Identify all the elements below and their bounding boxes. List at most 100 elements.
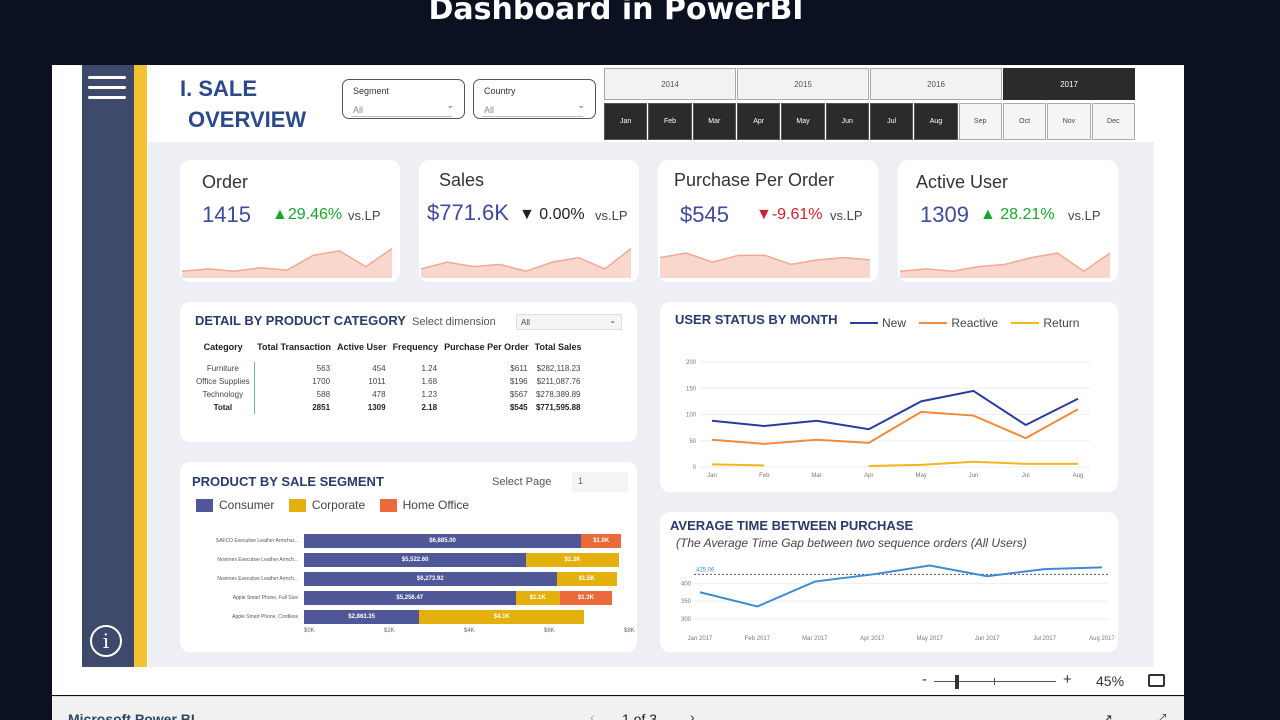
kpi-value: 1415 [202, 202, 251, 227]
bar-segment[interactable]: $1.5K [556, 572, 617, 586]
table-header[interactable]: Frequency [390, 340, 442, 362]
fit-to-screen-icon[interactable] [1148, 674, 1165, 687]
table-header[interactable]: Total Transaction [254, 340, 334, 362]
kpi-delta: ▲ 28.21% [980, 206, 1055, 223]
month-button[interactable]: Jun [825, 103, 869, 140]
table-cell: $282,118.23 [536, 364, 581, 373]
select-page-label: Select Page [492, 476, 552, 488]
month-button[interactable]: Mar [692, 103, 736, 140]
table-header[interactable]: Category [192, 340, 254, 362]
table-row[interactable]: Furniture 563 454 1.24 $611 $282,118.23 [192, 362, 584, 375]
hamburger-menu-icon[interactable] [88, 71, 126, 103]
x-tick-label: Aug [1073, 473, 1084, 479]
bar-segment[interactable]: $6,273.92 [304, 572, 557, 586]
legend-item-home-office[interactable]: Home Office [379, 498, 470, 512]
segment-x-axis: $0K $2K $4K $6K $8K [304, 628, 635, 638]
month-button[interactable]: Oct [1002, 103, 1047, 140]
bar-segment[interactable]: $4.1K [419, 610, 585, 624]
kpi-vs-label: vs.LP [830, 208, 863, 223]
table-row[interactable]: Technology 588 478 1.23 $567 $278,389.89 [192, 388, 584, 401]
y-tick-label: 200 [686, 360, 697, 366]
kpi-card-purchase-per-order[interactable]: Purchase Per Order $545 ▼-9.61% vs.LP [658, 160, 878, 282]
table-cell: $278,389.89 [535, 390, 581, 399]
segment-slicer-label: Segment [353, 86, 390, 96]
month-button[interactable]: May [781, 103, 825, 140]
zoom-out-button[interactable]: - [922, 671, 927, 688]
bar-segment[interactable]: $6,885.00 [304, 534, 582, 548]
year-button-selected[interactable]: 2017 [1003, 68, 1135, 100]
month-button[interactable]: Jul [869, 103, 914, 140]
bar-category-label: Apple Smart Phone, Cordless [232, 614, 298, 620]
month-button[interactable]: Apr [736, 103, 781, 140]
bar-segment[interactable]: $1.3K [559, 591, 613, 605]
year-slicer: 2014 2015 2016 2017 [604, 68, 1136, 100]
table-cell: Furniture [192, 362, 255, 375]
legend-label: Home Office [402, 498, 470, 512]
expand-icon[interactable]: ⤢ [1156, 711, 1166, 720]
powerbi-link[interactable]: Microsoft Power BI [68, 711, 195, 720]
bar-segment[interactable]: $1.0K [581, 534, 622, 548]
kpi-sparkline [182, 247, 392, 278]
kpi-vs-label: vs.LP [1068, 208, 1101, 223]
legend-item-corporate[interactable]: Corporate [288, 498, 365, 512]
kpi-card-active-user[interactable]: Active User 1309 ▲ 28.21% vs.LP [898, 160, 1118, 282]
select-page-input[interactable]: 1 [572, 472, 628, 492]
kpi-title: Sales [439, 170, 485, 190]
table-header[interactable]: Purchase Per Order [441, 340, 532, 362]
month-button[interactable]: Feb [648, 103, 692, 140]
series-line-return[interactable] [868, 460, 1078, 467]
legend-item-consumer[interactable]: Consumer [196, 498, 274, 512]
segment-slicer[interactable]: Segment All ⌄ [342, 79, 465, 119]
kpi-value: $771.6K [427, 200, 509, 225]
avg-time-line[interactable] [699, 564, 1103, 608]
bar-row[interactable]: $5,256.47 $1.1K $1.3K [304, 591, 613, 605]
bar-row[interactable]: $6,273.92 $1.5K [304, 572, 617, 586]
year-button[interactable]: 2016 [870, 68, 1002, 100]
x-tick-label: Jun [969, 473, 979, 479]
kpi-title: Purchase Per Order [674, 170, 835, 190]
avg-time-card: AVERAGE TIME BETWEEN PURCHASE (The Avera… [660, 512, 1118, 652]
zoom-slider-handle[interactable] [955, 675, 959, 689]
bar-segment[interactable]: $5,256.47 [304, 591, 516, 605]
legend-item-new[interactable]: New [850, 316, 906, 330]
next-page-icon[interactable]: › [690, 709, 695, 720]
series-line-return[interactable] [711, 463, 765, 467]
table-header[interactable]: Active User [334, 340, 390, 362]
country-slicer[interactable]: Country All ⌄ [473, 79, 596, 119]
kpi-card-order[interactable]: Order 1415 ▲29.46% vs.LP [180, 160, 400, 282]
chevron-down-icon: ⌄ [609, 316, 616, 325]
share-icon[interactable]: ↗ [1102, 711, 1113, 720]
kpi-sparkline [900, 252, 1110, 278]
kpi-card-sales[interactable]: Sales $771.6K ▼ 0.00% vs.LP [419, 160, 639, 282]
month-button[interactable]: Sep [958, 103, 1002, 140]
kpi-title: Order [202, 172, 249, 192]
legend-item-return[interactable]: Return [1011, 316, 1079, 330]
bar-segment[interactable]: $2,863.35 [304, 610, 420, 624]
chevron-down-icon: ⌄ [577, 100, 585, 110]
month-button[interactable]: Nov [1047, 103, 1091, 140]
table-row[interactable]: Office Supplies 1700 1011 1.68 $196 $211… [192, 375, 584, 388]
year-button[interactable]: 2014 [604, 68, 736, 100]
bar-segment[interactable]: $5,522.60 [304, 553, 527, 567]
bar-segment[interactable]: $1.1K [515, 591, 560, 605]
bar-row[interactable]: $6,885.00 $1.0K [304, 534, 622, 548]
info-icon[interactable]: i [90, 625, 122, 657]
legend-item-reactive[interactable]: Reactive [919, 316, 998, 330]
bar-row[interactable]: $2,863.35 $4.1K [304, 610, 585, 624]
series-line-new[interactable] [711, 389, 1079, 431]
year-button[interactable]: 2015 [737, 68, 869, 100]
kpi-sparkline [421, 247, 631, 278]
select-dimension-dropdown[interactable]: All ⌄ [516, 314, 622, 330]
table-header[interactable]: Total Sales [532, 340, 585, 362]
month-button[interactable]: Jan [604, 103, 648, 140]
x-tick-label: Feb 2017 [745, 636, 771, 642]
zoom-slider-track[interactable] [934, 681, 1056, 682]
bar-row[interactable]: $5,522.60 $2.3K [304, 553, 619, 567]
zoom-in-button[interactable]: + [1063, 671, 1072, 688]
category-table-title: DETAIL BY PRODUCT CATEGORY [195, 313, 406, 328]
bar-segment[interactable]: $2.3K [526, 553, 619, 567]
y-tick-label: 350 [681, 599, 692, 605]
month-button[interactable]: Aug [914, 103, 958, 140]
month-button[interactable]: Dec [1091, 103, 1135, 140]
prev-page-icon[interactable]: ‹ [590, 709, 595, 720]
